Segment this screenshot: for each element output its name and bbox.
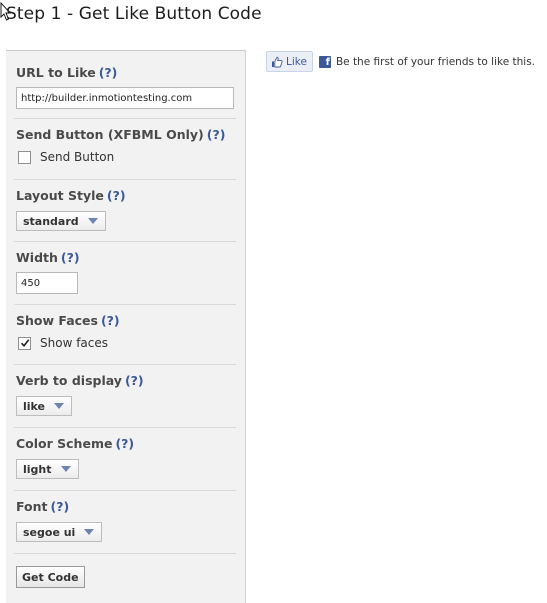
like-button[interactable]: Like [266, 51, 313, 72]
font-help-link[interactable]: (?) [51, 499, 70, 514]
divider [14, 304, 236, 305]
thumbs-up-icon [272, 56, 283, 67]
color-scheme-help-link[interactable]: (?) [115, 436, 134, 451]
divider [14, 241, 236, 242]
layout-style-value: standard [23, 214, 79, 228]
layout-style-label: Layout Style [16, 188, 104, 203]
color-scheme-value: light [23, 462, 52, 476]
settings-panel: URL to Like(?) Send Button (XFBML Only)(… [6, 50, 246, 603]
dropdown-arrow-icon [84, 529, 95, 535]
font-field-group: Font (?) segoe ui [16, 499, 236, 542]
get-code-button[interactable]: Get Code [16, 566, 85, 588]
verb-field-group: Verb to display (?) like [16, 373, 236, 416]
facebook-icon: f [318, 55, 331, 68]
width-help-link[interactable]: (?) [61, 250, 80, 265]
width-input[interactable] [16, 272, 78, 294]
send-button-checkbox[interactable] [18, 150, 31, 164]
divider [14, 179, 236, 180]
divider [14, 553, 236, 554]
show-faces-field-group: Show Faces (?) Show faces [16, 313, 236, 350]
like-button-label: Like [286, 55, 307, 68]
like-button-preview: Like f Be the first of your friends to l… [266, 51, 535, 72]
social-context-text: Be the first of your friends to like thi… [335, 55, 536, 68]
divider [14, 118, 236, 119]
verb-label: Verb to display [16, 373, 122, 388]
dropdown-arrow-icon [87, 218, 98, 224]
show-faces-option[interactable]: Show faces [16, 336, 236, 350]
url-input[interactable] [16, 87, 234, 109]
send-button-help-link[interactable]: (?) [207, 127, 226, 142]
url-field-group: URL to Like (?) [16, 65, 236, 109]
divider [14, 364, 236, 365]
font-label: Font [16, 499, 48, 514]
verb-select[interactable]: like [16, 396, 73, 416]
send-button-label: Send Button (XFBML Only) [16, 127, 204, 142]
layout-style-field-group: Layout Style (?) standard [16, 188, 236, 231]
font-select[interactable]: segoe ui [16, 522, 103, 542]
show-faces-checkbox[interactable] [18, 336, 31, 350]
dropdown-arrow-icon [54, 403, 65, 409]
divider [14, 427, 236, 428]
show-faces-label: Show Faces [16, 313, 98, 328]
url-label: URL to Like [16, 65, 96, 80]
show-faces-checkbox-label: Show faces [40, 336, 109, 350]
checkmark-icon [20, 339, 29, 348]
width-label: Width [16, 250, 58, 265]
show-faces-help-link[interactable]: (?) [101, 313, 120, 328]
verb-value: like [23, 399, 46, 413]
verb-help-link[interactable]: (?) [125, 373, 144, 388]
divider [14, 490, 236, 491]
send-button-checkbox-label: Send Button [40, 150, 115, 164]
layout-style-select[interactable]: standard [16, 211, 106, 231]
font-value: segoe ui [23, 525, 76, 539]
color-scheme-select[interactable]: light [16, 459, 79, 479]
url-help-link[interactable]: (?) [99, 65, 118, 80]
send-button-field-group: Send Button (XFBML Only) (?) Send Button [16, 127, 236, 164]
page-title: Step 1 - Get Like Button Code [6, 4, 262, 24]
dropdown-arrow-icon [60, 466, 71, 472]
layout-style-help-link[interactable]: (?) [107, 188, 126, 203]
send-button-option[interactable]: Send Button [16, 150, 236, 164]
width-field-group: Width (?) [16, 250, 236, 294]
color-scheme-label: Color Scheme [16, 436, 113, 451]
color-scheme-field-group: Color Scheme (?) light [16, 436, 236, 479]
